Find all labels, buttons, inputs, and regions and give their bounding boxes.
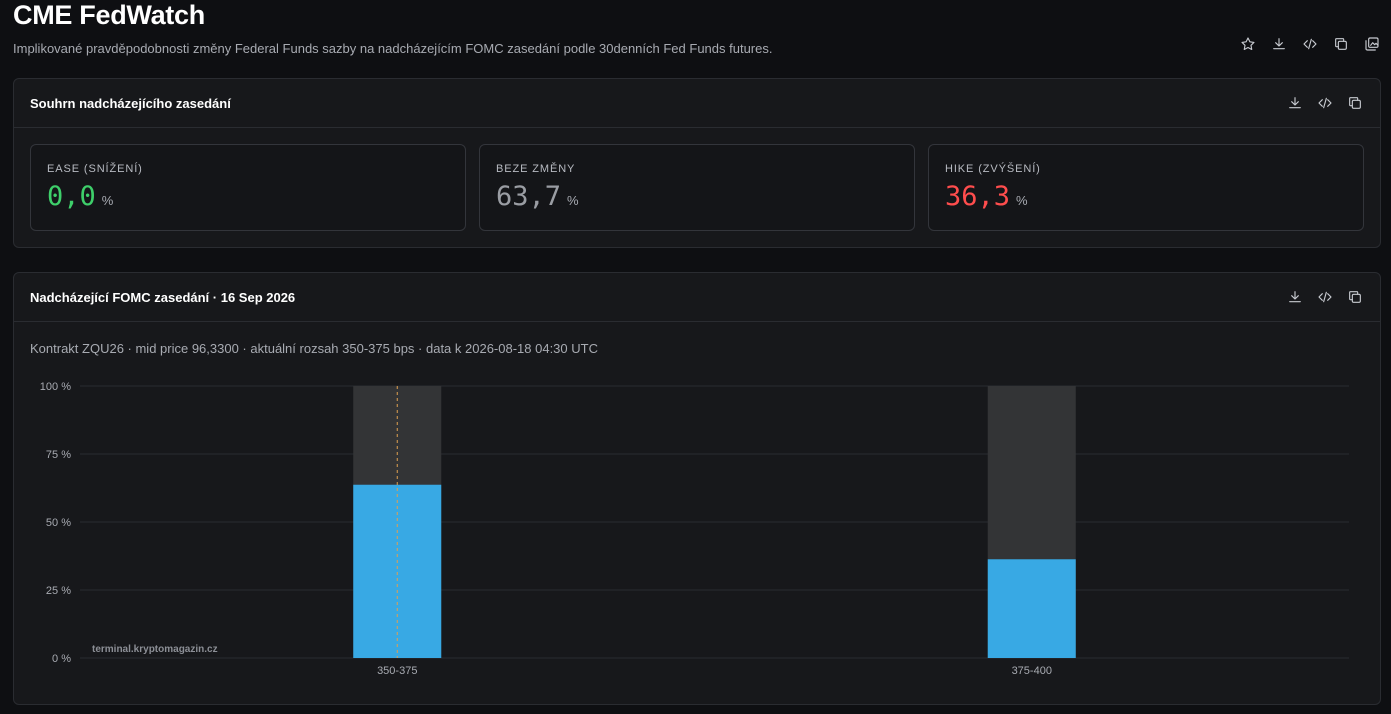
x-tick-label: 375-400 <box>1012 665 1052 677</box>
code-icon[interactable] <box>1315 94 1334 113</box>
summary-panel-title: Souhrn nadcházejícího zasedání <box>30 95 231 111</box>
page-title: CME FedWatch <box>13 0 205 30</box>
card-label: BEZE ZMĚNY <box>496 163 576 175</box>
star-icon[interactable] <box>1238 34 1257 53</box>
card-unit: % <box>101 193 114 208</box>
download-icon[interactable] <box>1285 94 1304 113</box>
download-icon[interactable] <box>1269 34 1288 53</box>
ease-card: EASE (SNÍŽENÍ) 0,0 % <box>30 144 466 231</box>
hike-card: HIKE (ZVÝŠENÍ) 36,3 % <box>928 144 1364 231</box>
card-value: 36,3 <box>945 181 1011 212</box>
y-tick-label: 25 % <box>46 585 71 597</box>
summary-panel-header: Souhrn nadcházejícího zasedání <box>14 79 1380 128</box>
summary-panel-actions <box>1285 94 1364 113</box>
y-tick-label: 100 % <box>40 381 71 393</box>
page-subtitle: Implikované pravděpodobnosti změny Feder… <box>13 41 773 56</box>
card-label: HIKE (ZVÝŠENÍ) <box>945 163 1041 175</box>
card-value: 63,7 <box>496 181 562 212</box>
y-tick-label: 50 % <box>46 517 71 529</box>
card-label: EASE (SNÍŽENÍ) <box>47 163 143 175</box>
code-icon[interactable] <box>1300 34 1319 53</box>
no-change-card: BEZE ZMĚNY 63,7 % <box>479 144 915 231</box>
summary-panel: Souhrn nadcházejícího zasedání EASE (SNÍ… <box>13 78 1381 248</box>
copy-icon[interactable] <box>1345 94 1364 113</box>
watermark: terminal.kryptomagazin.cz <box>92 644 218 655</box>
summary-cards: EASE (SNÍŽENÍ) 0,0 % BEZE ZMĚNY 63,7 % H… <box>14 128 1380 247</box>
card-value: 0,0 <box>47 181 96 212</box>
gallery-icon[interactable] <box>1362 34 1381 53</box>
bar <box>987 559 1076 658</box>
chart-panel: Nadcházející FOMC zasedání · 16 Sep 2026… <box>13 272 1381 705</box>
probability-chart: 0 % 25 % 50 % 75 % 100 % 350-375 375-400 <box>40 381 1349 677</box>
y-tick-label: 75 % <box>46 449 71 461</box>
card-unit: % <box>1016 193 1028 208</box>
page-actions <box>1238 34 1381 53</box>
y-tick-label: 0 % <box>52 653 71 665</box>
card-unit: % <box>567 193 579 208</box>
x-tick-label: 350-375 <box>377 665 417 677</box>
copy-icon[interactable] <box>1331 34 1350 53</box>
